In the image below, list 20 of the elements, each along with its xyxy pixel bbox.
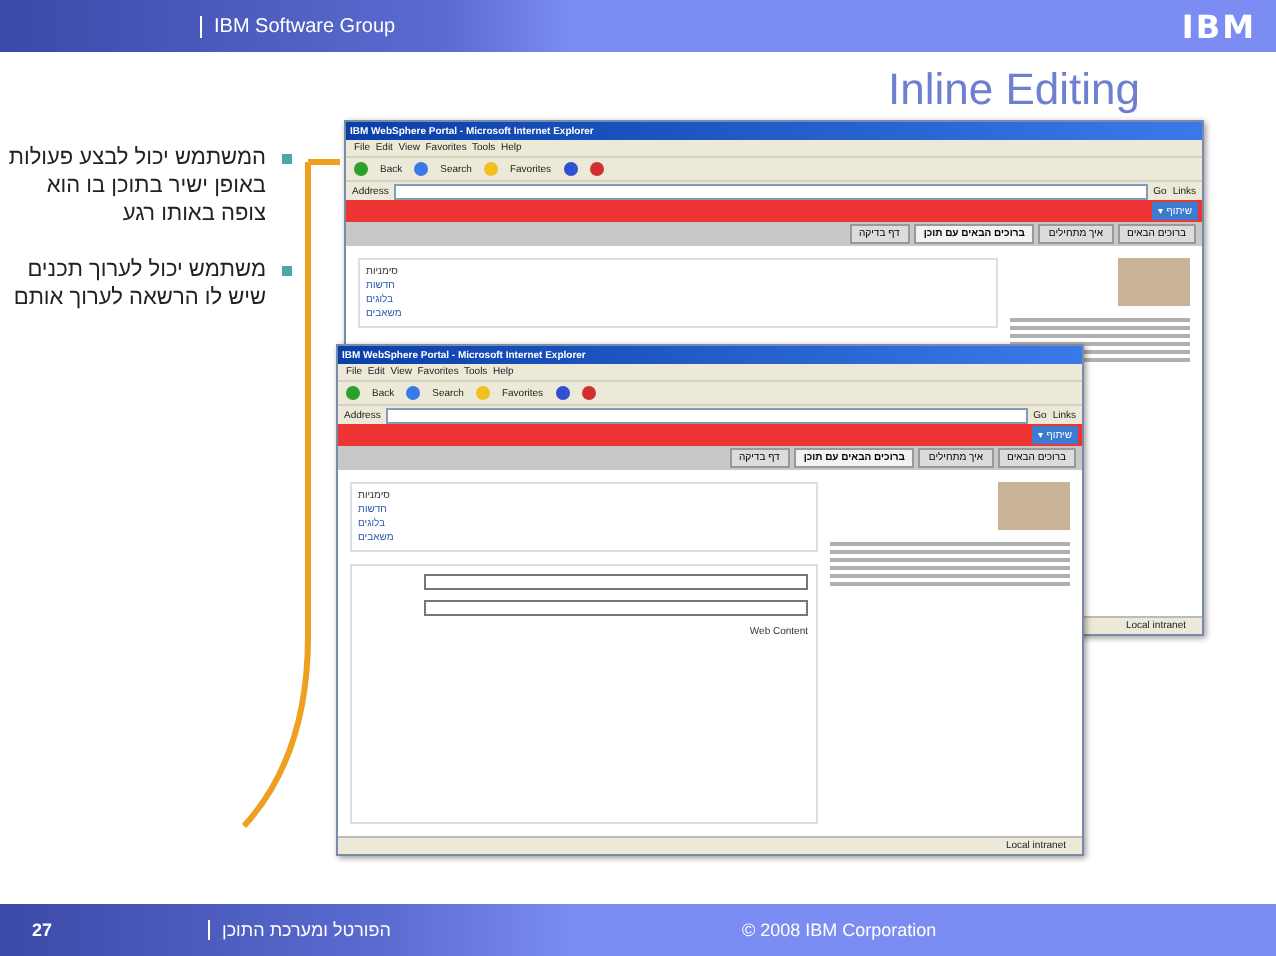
group-name: IBM Software Group: [200, 15, 396, 37]
search-icon[interactable]: [414, 162, 429, 176]
input-field[interactable]: [423, 600, 808, 616]
bullet-text: משתמש יכול לערוך תכנים שיש לו הרשאה לערוך אותם: [11, 256, 266, 312]
back-icon[interactable]: [354, 162, 368, 176]
bullet-icon: [282, 154, 292, 164]
copyright: © 2008 IBM Corporation: [742, 920, 937, 940]
bullet-icon: [282, 266, 292, 276]
bullet-text: המשתמש יכול לבצע פעולות באופן ישיר בתוכן בו הוא צופה באותו רגע: [8, 144, 266, 228]
section-name: הפורטל ומערכת התוכן: [208, 920, 742, 940]
photo-placeholder: [998, 482, 1070, 530]
slide-title: Inline Editing: [888, 64, 1140, 116]
address-field[interactable]: [394, 183, 1148, 199]
search-icon[interactable]: [406, 386, 421, 400]
logo: IBM: [1181, 7, 1256, 45]
address-field[interactable]: [386, 407, 1028, 423]
photo-placeholder: [1118, 258, 1190, 306]
back-icon[interactable]: [346, 386, 360, 400]
page-number: 27: [32, 920, 55, 940]
input-field[interactable]: [423, 574, 808, 590]
